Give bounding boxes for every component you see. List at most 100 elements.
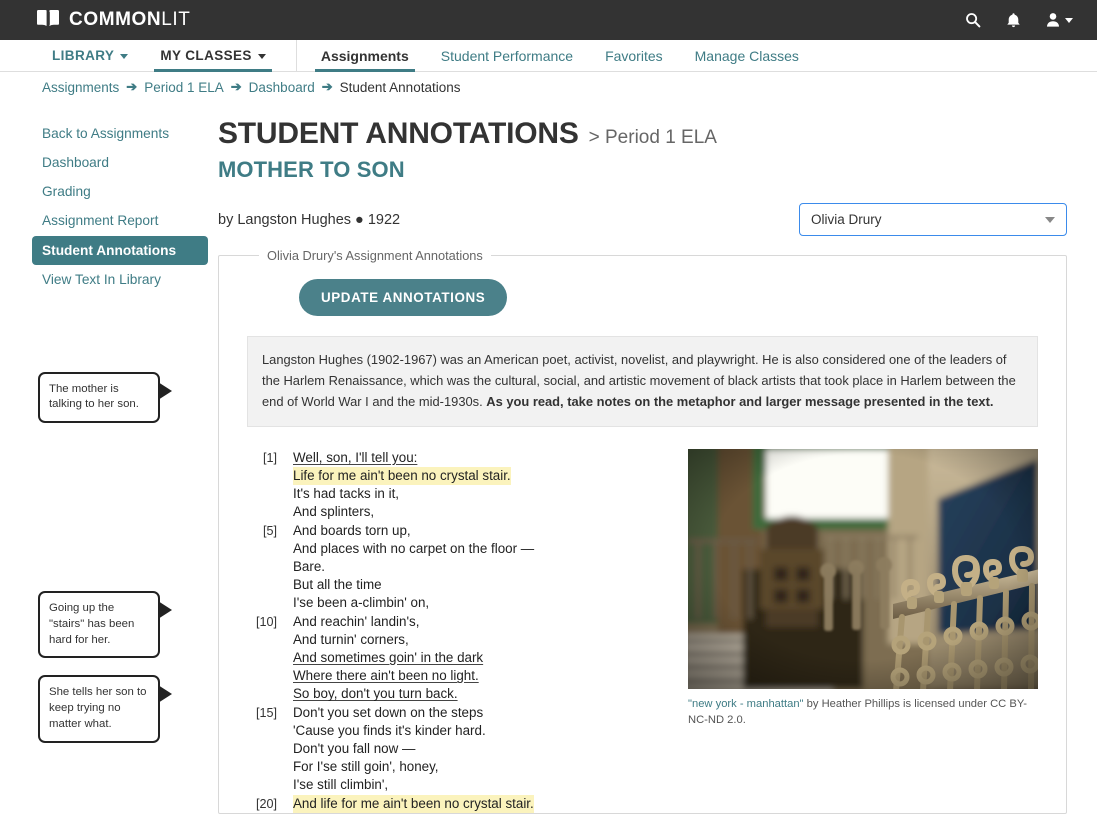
annotation-callout[interactable]: The mother is talking to her son.	[38, 371, 172, 424]
poem-line: [5] And boards torn up,	[247, 522, 668, 540]
poem-line: 'Cause you finds it's kinder hard.	[247, 722, 668, 740]
poem-line-number	[247, 776, 293, 794]
sidebar-item-view-text-in-library[interactable]: View Text In Library	[32, 265, 208, 294]
top-bar-actions	[965, 12, 1079, 29]
nav-my-classes[interactable]: MY CLASSES	[144, 40, 282, 72]
poem-line-text[interactable]: Don't you set down on the steps	[293, 704, 483, 722]
breadcrumb-arrow-icon: ➔	[321, 79, 333, 94]
poem-line-text[interactable]: But all the time	[293, 576, 382, 594]
poem-line-text[interactable]: Bare.	[293, 558, 325, 576]
breadcrumb-item-dashboard[interactable]: Dashboard	[249, 80, 315, 95]
poem-line-text[interactable]: I'se been a-climbin' on,	[293, 594, 429, 612]
annotation-callouts: The mother is talking to her son. Going …	[0, 371, 218, 743]
tab-assignments[interactable]: Assignments	[305, 40, 425, 72]
annotation-callout-text: Going up the "stairs" has been hard for …	[49, 602, 135, 646]
poem-text: [1] Well, son, I'll tell you: Life for me …	[247, 449, 668, 813]
breadcrumb: Assignments ➔ Period 1 ELA ➔ Dashboard ➔…	[0, 72, 1097, 101]
poem-line-number	[247, 631, 293, 649]
photo-caption: "new york - manhattan" by Heather Philli…	[688, 696, 1028, 728]
poem-line-number	[247, 576, 293, 594]
callout-pointer-icon	[158, 601, 172, 620]
figure: "new york - manhattan" by Heather Philli…	[688, 448, 1038, 813]
poem-line: [1] Well, son, I'll tell you:	[247, 449, 668, 467]
photo-caption-link[interactable]: "new york - manhattan"	[688, 698, 804, 710]
stairwell-photo	[688, 448, 1038, 689]
poem-line-highlighted[interactable]: Life for me ain't been no crystal stair.	[293, 466, 511, 486]
poem-line: And sometimes goin' in the dark	[247, 649, 668, 667]
poem-line-text[interactable]: And reachin' landin's,	[293, 613, 419, 631]
sidebar-item-grading[interactable]: Grading	[32, 177, 208, 206]
annotation-callout[interactable]: Going up the "stairs" has been hard for …	[38, 591, 172, 659]
poem-line: But all the time	[247, 576, 668, 594]
nav-tabs: Assignments Student Performance Favorite…	[305, 40, 815, 72]
poem-line-text[interactable]: And turnin' corners,	[293, 631, 409, 649]
intro-text-box: Langston Hughes (1902-1967) was an Ameri…	[247, 336, 1038, 427]
bell-notification-icon[interactable]	[1006, 12, 1021, 29]
poem-line-number	[247, 540, 293, 558]
poem-line-text[interactable]: 'Cause you finds it's kinder hard.	[293, 722, 486, 740]
annotation-callout[interactable]: She tells her son to keep trying no matt…	[38, 675, 172, 743]
page-body: Back to Assignments Dashboard Grading As…	[0, 101, 1097, 814]
poem-line-number: [20]	[255, 796, 277, 811]
nav-library[interactable]: LIBRARY	[36, 40, 144, 71]
poem-line-underlined[interactable]: So boy, don't you turn back.	[293, 685, 458, 703]
student-select[interactable]: Olivia Drury	[799, 203, 1067, 236]
nav-left-group: LIBRARY MY CLASSES	[36, 40, 282, 72]
breadcrumb-item-period-1-ela[interactable]: Period 1 ELA	[144, 80, 224, 95]
sidebar-item-assignment-report[interactable]: Assignment Report	[32, 206, 208, 235]
poem-line-number	[247, 649, 293, 667]
logo-light: LIT	[161, 9, 191, 30]
tab-favorites-label: Favorites	[605, 47, 663, 64]
poem-line-text[interactable]: And places with no carpet on the floor —	[293, 540, 534, 558]
update-annotations-button[interactable]: UPDATE ANNOTATIONS	[299, 279, 508, 316]
byline: by Langston Hughes ● 1922	[218, 211, 401, 228]
annotations-panel: Olivia Drury's Assignment Annotations UP…	[218, 248, 1067, 814]
main-nav: LIBRARY MY CLASSES Assignments Student P…	[0, 40, 1097, 72]
search-icon[interactable]	[965, 12, 981, 28]
poem-line-number	[247, 758, 293, 776]
chevron-down-icon	[1045, 216, 1055, 223]
main-content: STUDENT ANNOTATIONS > Period 1 ELA MOTHE…	[218, 101, 1097, 814]
logo-bold: COMMON	[69, 9, 162, 30]
poem-line-number	[247, 467, 293, 485]
nav-my-classes-label: MY CLASSES	[160, 48, 252, 63]
open-book-icon	[36, 9, 60, 32]
poem-line: And splinters,	[247, 503, 668, 521]
poem-line-text[interactable]: Don't you fall now —	[293, 740, 415, 758]
poem-line-number	[247, 740, 293, 758]
breadcrumb-arrow-icon: ➔	[126, 79, 138, 94]
poem-line-highlighted[interactable]: And life for me ain't been no crystal st…	[293, 794, 534, 813]
poem-line-number	[247, 685, 293, 703]
poem-line-text[interactable]: And boards torn up,	[293, 522, 411, 540]
user-account-icon[interactable]	[1046, 12, 1073, 28]
poem-line: Bare.	[247, 558, 668, 576]
breadcrumb-item-assignments[interactable]: Assignments	[42, 80, 119, 95]
callout-pointer-icon	[158, 685, 172, 704]
poem-line-underlined[interactable]: And sometimes goin' in the dark	[293, 649, 483, 667]
poem-line-text[interactable]: It's had tacks in it,	[293, 485, 399, 503]
student-select-value: Olivia Drury	[811, 212, 882, 227]
poem-line-number	[247, 667, 293, 685]
poem-line: Where there ain't been no light.	[247, 667, 668, 685]
poem-line: I'se still climbin',	[247, 776, 668, 794]
poem-line-text[interactable]: And splinters,	[293, 503, 374, 521]
nav-library-label: LIBRARY	[52, 48, 115, 63]
tab-student-performance-label: Student Performance	[440, 47, 574, 64]
tab-manage-classes[interactable]: Manage Classes	[679, 40, 815, 71]
tab-student-performance[interactable]: Student Performance	[425, 40, 589, 71]
poem-line-number	[247, 558, 293, 576]
tab-favorites[interactable]: Favorites	[589, 40, 679, 71]
sidebar-item-dashboard[interactable]: Dashboard	[32, 148, 208, 177]
breadcrumb-arrow-icon: ➔	[230, 79, 242, 94]
poem-line-text[interactable]: For I'se still goin', honey,	[293, 758, 439, 776]
sidebar-item-student-annotations[interactable]: Student Annotations	[32, 235, 208, 265]
commonlit-logo[interactable]: COMMONLIT	[36, 9, 191, 32]
tab-manage-classes-label: Manage Classes	[694, 47, 799, 64]
poem-line-underlined[interactable]: Well, son, I'll tell you:	[293, 449, 417, 467]
poem-line-text[interactable]: I'se still climbin',	[293, 776, 388, 794]
chevron-down-icon	[1065, 17, 1073, 23]
text-title: MOTHER TO SON	[218, 157, 405, 182]
poem-line-underlined[interactable]: Where there ain't been no light.	[293, 667, 479, 685]
breadcrumb-item-student-annotations: Student Annotations	[339, 79, 461, 95]
sidebar-item-back-to-assignments[interactable]: Back to Assignments	[32, 119, 208, 148]
